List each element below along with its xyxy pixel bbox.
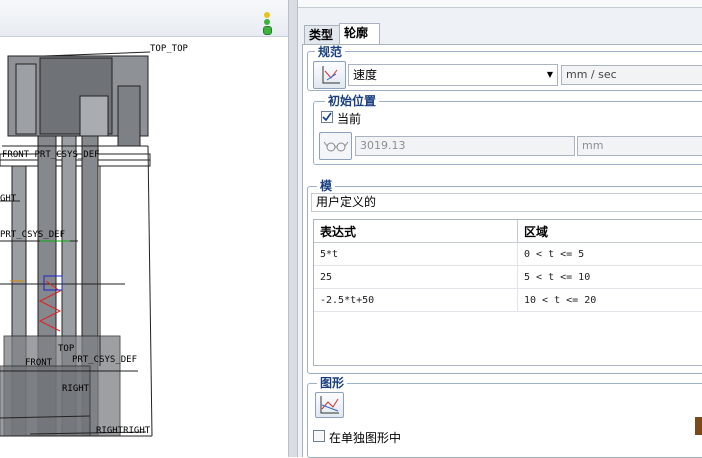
model-drawing: [0, 36, 288, 457]
table-row[interactable]: -2.5*t+50 10 < t <= 20: [314, 289, 702, 312]
table-row[interactable]: 25 5 < t <= 10: [314, 266, 702, 289]
position-unit-field: mm: [577, 136, 702, 156]
label-top-top: TOP_TOP: [150, 44, 188, 54]
separate-graph-label: 在单独图形中: [329, 429, 401, 446]
model-viewport[interactable]: TOP_TOP FRONT PRT_CSYS_DEF PRT_CSYS_DEF …: [0, 0, 288, 457]
tab-profile[interactable]: 轮廓: [339, 23, 380, 45]
label-rightright: RIGHTRIGHT: [96, 426, 150, 436]
spec-group-title: 规范: [315, 45, 345, 59]
table-row[interactable]: 5*t 0 < t <= 5: [314, 243, 702, 266]
initial-position-title: 初始位置: [325, 94, 379, 108]
separate-graph-checkbox[interactable]: [313, 430, 325, 442]
quantity-select[interactable]: 速度 ▼: [348, 64, 558, 86]
glasses-icon[interactable]: [319, 132, 352, 160]
column-header-domain[interactable]: 区域: [518, 220, 702, 243]
column-header-expression[interactable]: 表达式: [314, 220, 518, 243]
spec-graph-icon[interactable]: [313, 61, 346, 89]
unit-field: mm / sec: [561, 65, 702, 85]
model-type-field[interactable]: 用户定义的: [311, 193, 702, 212]
graph-icon[interactable]: [315, 392, 344, 418]
domain-cell[interactable]: 0 < t <= 5: [518, 243, 702, 266]
expression-cell[interactable]: -2.5*t+50: [314, 289, 518, 312]
domain-cell[interactable]: 10 < t <= 20: [518, 289, 702, 312]
label-front-prt-csys: FRONT PRT_CSYS_DEF: [2, 150, 100, 160]
label-right: RIGHT: [62, 384, 89, 394]
label-prt-csys-2: PRT_CSYS_DEF: [72, 355, 137, 365]
traffic-light-icon[interactable]: [261, 12, 273, 34]
table-header-row: 表达式 区域: [314, 220, 702, 243]
position-field: 3019.13: [355, 136, 575, 156]
label-prt-csys-1: PRT_CSYS_DEF: [0, 230, 65, 240]
tab-type[interactable]: 类型: [304, 25, 340, 44]
expression-cell[interactable]: 25: [314, 266, 518, 289]
viewport-toolbar: [0, 0, 288, 37]
expression-cell[interactable]: 5*t: [314, 243, 518, 266]
label-front: FRONT: [25, 358, 52, 368]
label-ght: GHT: [0, 194, 16, 204]
model-group-title: 模: [317, 179, 335, 193]
name-field-strip[interactable]: [298, 0, 702, 8]
dropdown-arrow-icon: ▼: [547, 65, 553, 85]
graph-group: [307, 383, 702, 458]
logo-fragment-icon: [695, 417, 702, 435]
current-checkbox[interactable]: [321, 111, 333, 123]
quantity-select-value: 速度: [353, 68, 377, 82]
panel-splitter[interactable]: [288, 0, 298, 457]
expression-table: 表达式 区域 5*t 0 < t <= 5 25 5 < t <= 10 -2.…: [314, 220, 702, 312]
profile-tab-page: 规范 速度 ▼ mm / sec 初始位置 当前 3019.13 mm 模 用户…: [302, 44, 702, 457]
domain-cell[interactable]: 5 < t <= 10: [518, 266, 702, 289]
label-top: TOP: [58, 344, 74, 354]
current-label: 当前: [337, 110, 361, 127]
motor-definition-panel: 类型 轮廓 规范 速度 ▼ mm / sec 初始位置 当前 3019.13 m…: [298, 0, 702, 457]
graph-group-title: 图形: [317, 376, 347, 390]
